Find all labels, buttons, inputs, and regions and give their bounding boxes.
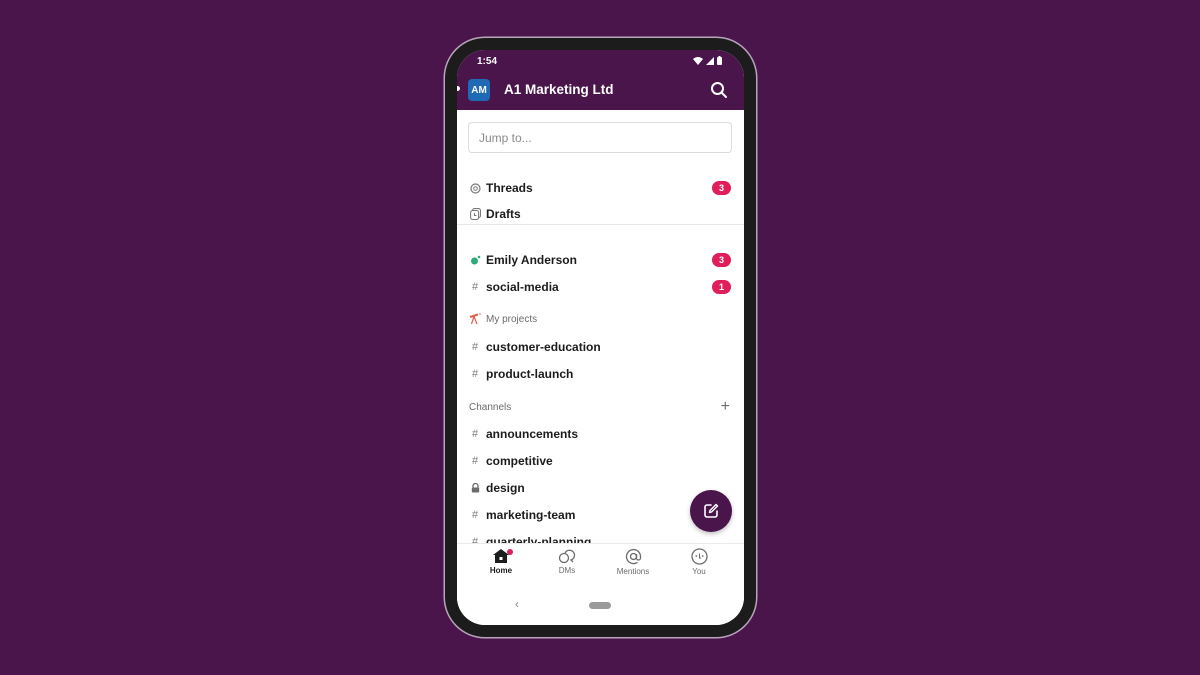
section-title: My projects — [486, 313, 538, 325]
plus-icon[interactable]: + — [721, 398, 730, 416]
tab-dms[interactable]: DMs — [537, 548, 597, 586]
tab-label: Home — [489, 566, 513, 575]
status-icons — [693, 56, 722, 65]
sidebar-item-emily-anderson[interactable]: Emily Anderson 3 — [457, 248, 744, 272]
search-icon — [711, 82, 727, 98]
search-button[interactable] — [710, 81, 728, 99]
hash-icon: # — [471, 281, 479, 293]
sidebar-item-label: product-launch — [486, 367, 574, 381]
hash-icon: # — [471, 368, 479, 380]
hash-icon: # — [471, 428, 479, 440]
sidebar-item-label: Emily Anderson — [486, 253, 577, 267]
section-header-my-projects[interactable]: My projects — [457, 307, 744, 331]
tab-label: You — [692, 567, 706, 576]
jump-to-input[interactable]: Jump to... — [468, 122, 732, 153]
hash-icon: # — [471, 341, 479, 353]
battery-icon — [717, 56, 722, 65]
tab-label: Mentions — [616, 567, 650, 576]
unread-badge: 1 — [712, 280, 731, 294]
sidebar-item-drafts[interactable]: Drafts — [457, 202, 744, 226]
compose-icon — [704, 503, 719, 518]
section-header-channels[interactable]: Channels + — [457, 395, 744, 419]
sidebar-item-product-launch[interactable]: # product-launch — [457, 362, 744, 386]
sidebar-item-label: Threads — [486, 181, 533, 195]
tab-you[interactable]: You — [669, 548, 729, 586]
you-icon — [690, 548, 708, 565]
sidebar-item-social-media[interactable]: # social-media 1 — [457, 275, 744, 299]
telescope-icon — [469, 313, 481, 325]
workspace-avatar[interactable]: AM — [468, 79, 490, 101]
signal-icon — [706, 56, 714, 65]
hash-icon: # — [471, 536, 479, 543]
sidebar-item-label: quarterly-planning — [486, 535, 592, 543]
unread-badge: 3 — [712, 253, 731, 267]
sidebar-item-label: marketing-team — [486, 508, 576, 522]
section-title: Channels — [469, 401, 512, 413]
hash-icon: # — [471, 455, 479, 467]
phone-frame: 1:54 AM A1 Marketing Ltd Jump to... Thre… — [445, 38, 756, 637]
sidebar-item-competitive[interactable]: # competitive — [457, 449, 744, 473]
sidebar-item-announcements[interactable]: # announcements — [457, 422, 744, 446]
hash-icon: # — [471, 509, 479, 521]
sidebar-item-label: social-media — [486, 280, 559, 294]
sidebar-item-label: Drafts — [486, 207, 521, 221]
home-gesture-pill[interactable] — [589, 602, 611, 609]
threads-icon — [469, 182, 481, 194]
tab-mentions[interactable]: Mentions — [603, 548, 663, 586]
lock-icon — [469, 482, 481, 494]
drafts-icon — [469, 208, 481, 220]
tab-home[interactable]: Home — [471, 548, 531, 586]
sidebar-item-label: customer-education — [486, 340, 601, 354]
compose-button[interactable] — [690, 490, 732, 532]
sidebar-item-threads[interactable]: Threads 3 — [457, 176, 744, 200]
jump-to-placeholder: Jump to... — [479, 130, 532, 145]
back-icon[interactable]: ‹ — [515, 597, 519, 611]
dms-icon — [558, 549, 576, 564]
notification-dot — [507, 549, 513, 555]
sidebar-item-quarterly-planning[interactable]: # quarterly-planning — [457, 530, 744, 543]
bottom-nav: Home DMs Mentions You — [457, 543, 744, 588]
tab-label: DMs — [558, 566, 576, 575]
channel-list: Jump to... Threads 3 Drafts Emily Anders… — [457, 110, 744, 543]
app-header: 1:54 AM A1 Marketing Ltd — [457, 50, 744, 110]
workspace-name[interactable]: A1 Marketing Ltd — [504, 82, 614, 97]
phone-screen: 1:54 AM A1 Marketing Ltd Jump to... Thre… — [457, 50, 744, 625]
dm-presence-icon — [469, 254, 481, 266]
mentions-icon — [625, 548, 641, 565]
status-time: 1:54 — [477, 56, 498, 67]
system-nav-bar: ‹ — [457, 588, 744, 625]
wifi-icon — [693, 56, 703, 65]
sidebar-item-customer-education[interactable]: # customer-education — [457, 335, 744, 359]
sidebar-item-label: competitive — [486, 454, 553, 468]
workspace-indicator — [457, 86, 460, 91]
section-divider — [457, 224, 744, 225]
unread-badge: 3 — [712, 181, 731, 195]
sidebar-item-label: design — [486, 481, 525, 495]
sidebar-item-label: announcements — [486, 427, 579, 441]
